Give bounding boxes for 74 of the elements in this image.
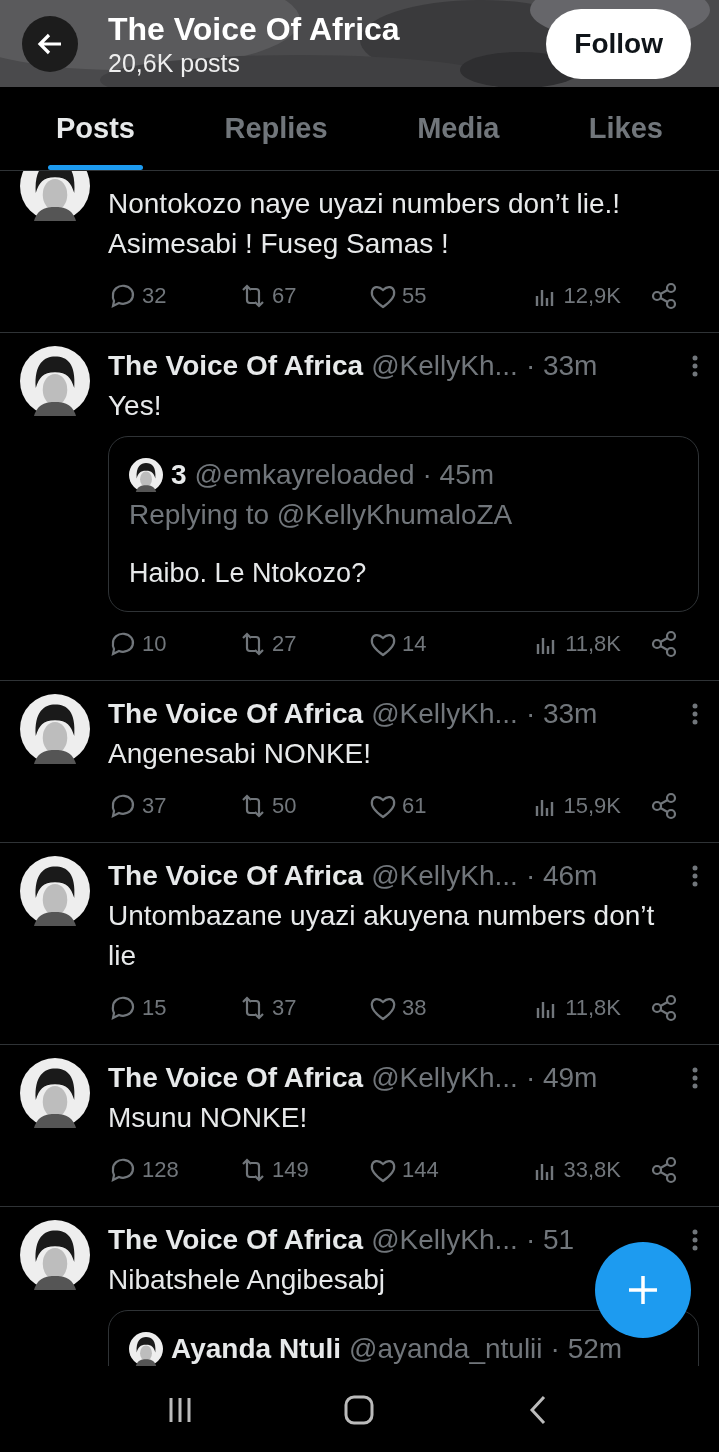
repost-button[interactable]: 27 xyxy=(238,629,368,659)
reply-button[interactable]: 15 xyxy=(108,993,238,1023)
profile-title: The Voice Of Africa xyxy=(108,9,401,48)
author-handle: @KellyKh... xyxy=(371,1223,518,1257)
post-time: · 49m xyxy=(525,1061,598,1095)
share-icon[interactable] xyxy=(649,993,679,1023)
tab[interactable]: Replies xyxy=(216,87,336,170)
author-name: The Voice Of Africa xyxy=(108,349,364,383)
post-text: Nontokozo naye uyazi numbers don’t lie.! Asimesabi ! Fuseg Samas ! xyxy=(108,187,622,261)
post-time: · 45m xyxy=(422,458,495,492)
author-name: The Voice Of Africa xyxy=(108,859,364,893)
avatar[interactable] xyxy=(129,458,163,492)
post-text: Angenesabi NONKE! xyxy=(108,737,372,771)
like-button[interactable]: 61 xyxy=(368,791,498,821)
author-handle: @KellyKh... xyxy=(371,1061,518,1095)
replying-to: Replying to @KellyKhumaloZA xyxy=(129,498,514,532)
repost-button[interactable]: 149 xyxy=(238,1155,368,1185)
author-name: 3 xyxy=(171,458,187,492)
reply-button[interactable]: 37 xyxy=(108,791,238,821)
quoted-post[interactable]: 3 @emkayreloaded · 45m Replying to @KellyKhumaloZA Haibo. Le Ntokozo? xyxy=(108,436,699,612)
like-button[interactable]: 144 xyxy=(368,1155,498,1185)
author-name: The Voice Of Africa xyxy=(108,697,364,731)
reply-button[interactable]: 128 xyxy=(108,1155,238,1185)
post-count: 20,6K posts xyxy=(108,47,242,78)
author-name: Ayanda Ntuli xyxy=(171,1332,342,1366)
avatar[interactable] xyxy=(20,1058,90,1128)
share-icon[interactable] xyxy=(649,1155,679,1185)
like-button[interactable]: 38 xyxy=(368,993,498,1023)
avatar[interactable] xyxy=(20,694,90,764)
tab[interactable]: Likes xyxy=(580,87,671,170)
tab[interactable]: Posts xyxy=(48,87,143,170)
more-icon[interactable] xyxy=(691,354,699,378)
author-handle: @KellyKh... xyxy=(371,859,518,893)
avatar[interactable] xyxy=(20,171,90,221)
author-handle: @KellyKh... xyxy=(371,697,518,731)
post-time: · 46m xyxy=(525,859,598,893)
like-button[interactable]: 14 xyxy=(368,629,498,659)
share-icon[interactable] xyxy=(649,281,679,311)
like-button[interactable]: 55 xyxy=(368,281,498,311)
views-button[interactable]: 11,8K xyxy=(531,629,621,659)
author-handle: @emkayreloaded xyxy=(194,458,415,492)
repost-button[interactable]: 50 xyxy=(238,791,368,821)
avatar[interactable] xyxy=(20,856,90,926)
reply-button[interactable]: 10 xyxy=(108,629,238,659)
repost-button[interactable]: 67 xyxy=(238,281,368,311)
more-icon[interactable] xyxy=(691,702,699,726)
author-name: The Voice Of Africa xyxy=(108,1223,364,1257)
more-icon[interactable] xyxy=(691,864,699,888)
avatar[interactable] xyxy=(129,1332,163,1366)
views-button[interactable]: 12,9K xyxy=(529,281,621,311)
post-text: Untombazane uyazi akuyena numbers don’t lie xyxy=(108,899,656,973)
avatar[interactable] xyxy=(20,346,90,416)
views-button[interactable]: 15,9K xyxy=(529,791,621,821)
reply-button[interactable]: 32 xyxy=(108,281,238,311)
post-time: · 33m xyxy=(525,697,598,731)
post-time: · 52m xyxy=(550,1332,623,1366)
more-icon[interactable] xyxy=(691,1228,699,1252)
post-time: · 51 xyxy=(525,1223,575,1257)
share-icon[interactable] xyxy=(649,791,679,821)
views-button[interactable]: 33,8K xyxy=(529,1155,621,1185)
share-icon[interactable] xyxy=(649,629,679,659)
author-handle: @KellyKh... xyxy=(371,349,518,383)
author-name: The Voice Of Africa xyxy=(108,1061,364,1095)
post-text: Msunu NONKE! xyxy=(108,1101,308,1135)
avatar[interactable] xyxy=(20,1220,90,1290)
post-text: Nibatshele Angibesabj xyxy=(108,1263,386,1297)
tab[interactable]: Media xyxy=(409,87,508,170)
post-time: · 33m xyxy=(525,349,598,383)
quoted-text: Haibo. Le Ntokozo? xyxy=(129,557,368,590)
post-text: Yes! xyxy=(108,389,162,423)
views-button[interactable]: 11,8K xyxy=(531,993,621,1023)
repost-button[interactable]: 37 xyxy=(238,993,368,1023)
more-icon[interactable] xyxy=(691,1066,699,1090)
author-handle: @ayanda_ntulii xyxy=(349,1332,543,1366)
